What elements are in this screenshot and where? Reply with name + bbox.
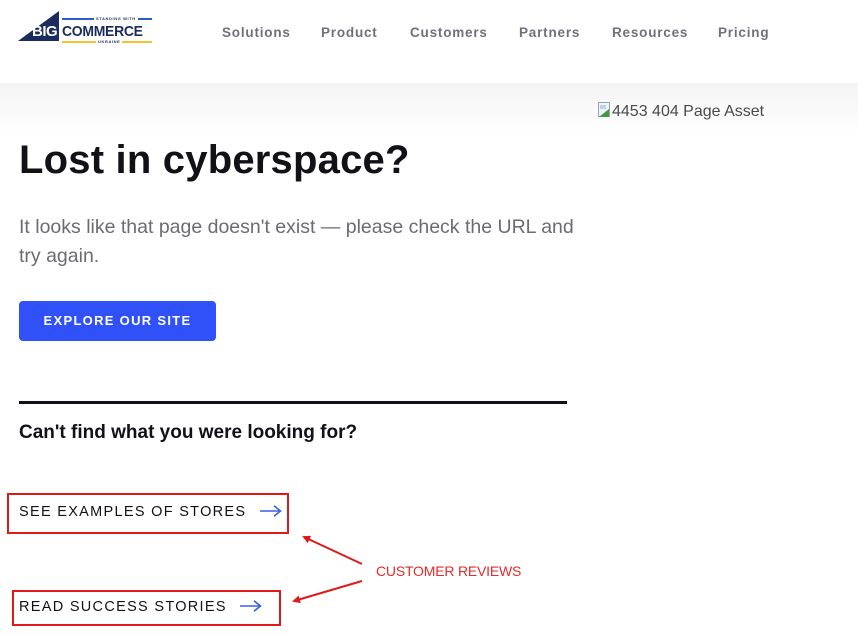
logo-tagline-top-text: STANDING WITH [94,15,138,22]
image-alt-text: 4453 404 Page Asset [612,103,765,120]
section-divider [19,401,567,404]
nav-item-product[interactable]: Product [321,24,378,42]
annotation-box-stores [7,493,289,534]
logo-tagline-bottom: UKRAINE [62,38,152,45]
nav-item-pricing[interactable]: Pricing [718,24,769,42]
logo-tagline-bottom-text: UKRAINE [96,38,123,45]
annotation-label: CUSTOMER REVIEWS [376,563,522,579]
logo-tagline-top: STANDING WITH [62,15,152,22]
nav-item-solutions[interactable]: Solutions [222,24,291,42]
nav-item-resources[interactable]: Resources [612,24,688,42]
broken-image-icon [597,102,611,118]
annotation-box-stories [12,590,281,626]
logo-big-text: BIG [32,23,58,40]
nav-item-customers[interactable]: Customers [410,24,488,42]
broken-image-404-asset: 4453 404 Page Asset [597,102,764,122]
page-subtitle: It looks like that page doesn't exist — … [19,216,574,267]
explore-our-site-button[interactable]: EXPLORE OUR SITE [19,301,216,341]
bigcommerce-logo[interactable]: STANDING WITH BIG COMMERCE UKRAINE [18,11,154,45]
help-heading: Can't find what you were looking for? [19,422,358,443]
nav-item-partners[interactable]: Partners [519,24,580,42]
site-header: STANDING WITH BIG COMMERCE UKRAINE Solut… [0,0,858,83]
page-title: Lost in cyberspace? [19,138,410,182]
